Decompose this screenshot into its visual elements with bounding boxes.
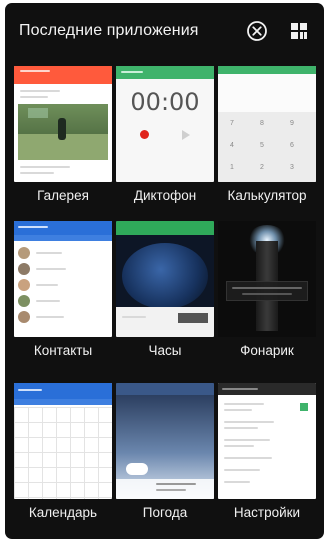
- app-card-flashlight[interactable]: Фонарик: [218, 221, 316, 373]
- recent-apps-screen: Последние приложения Галерея 00:00 Дикто…: [5, 3, 324, 539]
- app-card-clock[interactable]: Часы: [116, 221, 214, 373]
- app-thumbnail-calculator[interactable]: 7 8 9 4 5 6 1 2 3: [218, 66, 316, 182]
- recorder-timer: 00:00: [130, 88, 200, 116]
- app-thumbnail-weather[interactable]: [116, 383, 214, 499]
- app-thumbnail-recorder[interactable]: 00:00: [116, 66, 214, 182]
- app-card-recorder[interactable]: 00:00 Диктофон: [116, 66, 214, 218]
- app-label-weather: Погода: [142, 505, 188, 520]
- app-card-settings[interactable]: Настройки: [218, 383, 316, 535]
- app-thumbnail-clock[interactable]: [116, 221, 214, 337]
- app-card-gallery[interactable]: Галерея: [14, 66, 112, 218]
- app-label-contacts: Контакты: [33, 343, 93, 358]
- app-label-recorder: Диктофон: [133, 188, 197, 203]
- app-label-calendar: Календарь: [28, 505, 98, 520]
- app-label-calculator: Калькулятор: [227, 188, 307, 203]
- app-thumbnail-gallery[interactable]: [14, 66, 112, 182]
- app-label-flashlight: Фонарик: [240, 343, 294, 358]
- page-title: Последние приложения: [19, 22, 199, 39]
- recent-apps-header: Последние приложения: [5, 3, 324, 59]
- grid-layout-icon: [291, 23, 307, 39]
- app-thumbnail-calendar[interactable]: [14, 383, 112, 499]
- app-thumbnail-settings[interactable]: [218, 383, 316, 499]
- close-all-button[interactable]: [242, 16, 272, 46]
- app-label-settings: Настройки: [233, 505, 301, 520]
- app-card-contacts[interactable]: Контакты: [14, 221, 112, 373]
- app-thumbnail-contacts[interactable]: [14, 221, 112, 337]
- app-card-calculator[interactable]: 7 8 9 4 5 6 1 2 3 Калькулятор: [218, 66, 316, 218]
- app-label-clock: Часы: [148, 343, 182, 358]
- close-circle-icon: [247, 21, 267, 41]
- app-card-calendar[interactable]: Календарь: [14, 383, 112, 535]
- app-card-weather[interactable]: Погода: [116, 383, 214, 535]
- app-thumbnail-flashlight[interactable]: [218, 221, 316, 337]
- layout-toggle-button[interactable]: [284, 16, 314, 46]
- app-label-gallery: Галерея: [37, 188, 89, 203]
